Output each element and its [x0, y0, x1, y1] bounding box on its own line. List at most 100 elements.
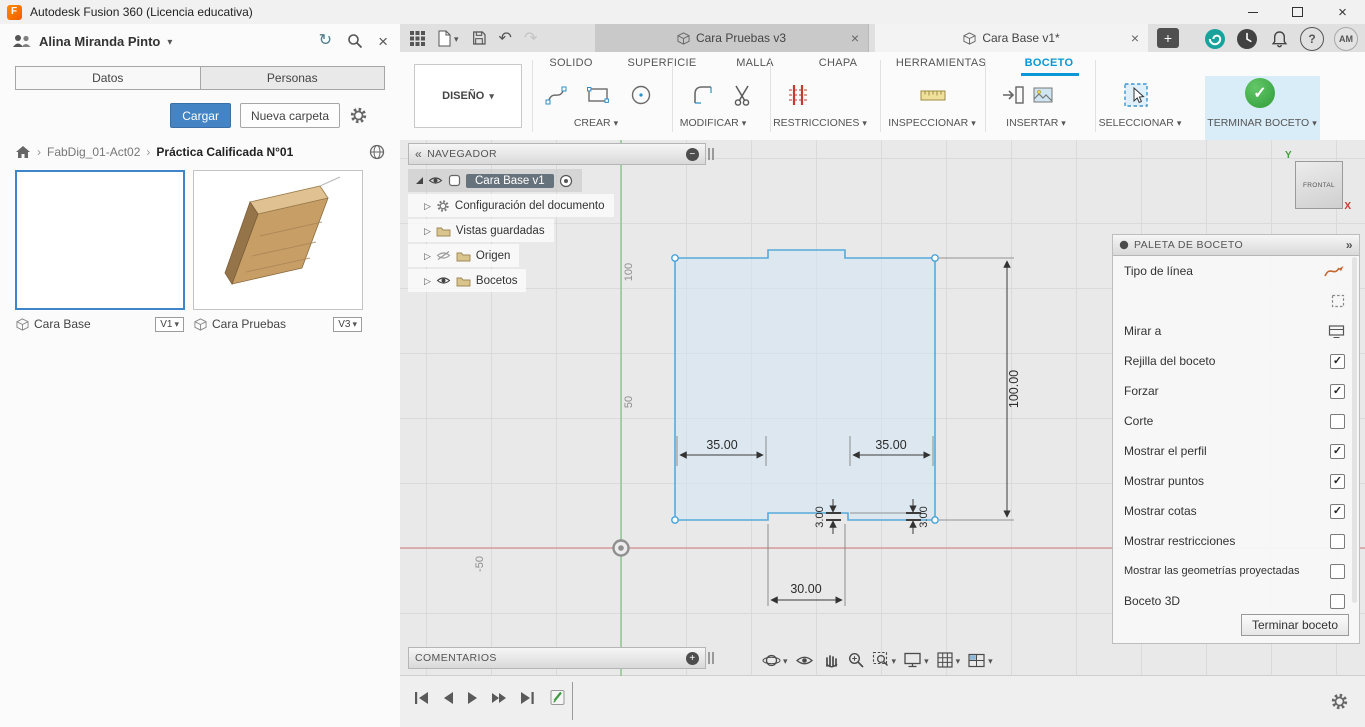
- close-tab-icon[interactable]: [1131, 30, 1139, 46]
- dimension-label[interactable]: 3.00: [918, 506, 930, 527]
- sketch-point[interactable]: [931, 516, 939, 524]
- search-icon[interactable]: [347, 33, 363, 49]
- timeline-sketch-feature[interactable]: [550, 687, 567, 707]
- trim-scissors-icon[interactable]: [725, 78, 759, 112]
- job-status-clock-icon[interactable]: [1236, 28, 1258, 50]
- close-panel-icon[interactable]: [378, 33, 388, 50]
- tree-item-saved-views[interactable]: Vistas guardadas: [408, 219, 554, 242]
- document-card-cara-pruebas[interactable]: Cara Pruebas V3: [193, 170, 363, 338]
- app-grid-icon[interactable]: [410, 30, 425, 46]
- checkbox-checked[interactable]: [1330, 443, 1345, 459]
- ribbon-tab-malla[interactable]: MALLA: [736, 52, 774, 75]
- ribbon-tab-boceto[interactable]: BOCETO: [1025, 52, 1074, 75]
- skip-to-start-icon[interactable]: [414, 691, 429, 705]
- eye-hidden-icon[interactable]: [436, 250, 451, 261]
- construction-line-icon[interactable]: [1331, 294, 1345, 308]
- finish-sketch-icon[interactable]: [1243, 76, 1277, 110]
- orbit-tool[interactable]: [762, 651, 788, 670]
- constraints-tool-icon[interactable]: [781, 78, 815, 112]
- zoom-window-tool[interactable]: [872, 651, 897, 669]
- canvas-viewport[interactable]: 100 50 -50 35.00 35.00 100.00 3.00 3.00 …: [400, 140, 1365, 676]
- tree-item-doc-settings[interactable]: Configuración del documento: [408, 194, 614, 217]
- document-card-cara-base[interactable]: Cara Base V1: [15, 170, 185, 338]
- collapse-panel-icon[interactable]: [415, 147, 422, 161]
- design-workspace-menu[interactable]: DISEÑO: [414, 64, 522, 128]
- add-comment-icon[interactable]: [686, 651, 699, 665]
- notifications-bell-icon[interactable]: [1268, 28, 1290, 50]
- checkbox-checked[interactable]: [1330, 503, 1345, 519]
- viewcube[interactable]: Y FRONTAL X: [1285, 150, 1351, 216]
- step-back-icon[interactable]: [441, 691, 454, 705]
- checkbox-checked[interactable]: [1330, 353, 1345, 369]
- checkbox-unchecked[interactable]: [1330, 593, 1345, 609]
- dimension-label[interactable]: 100.00: [1007, 370, 1021, 408]
- comments-header[interactable]: COMENTARIOS: [408, 647, 714, 669]
- team-hub-icon[interactable]: [1204, 28, 1226, 50]
- dimension-label[interactable]: 30.00: [790, 582, 821, 596]
- skip-to-end-icon[interactable]: [520, 691, 535, 705]
- save-icon[interactable]: [471, 30, 487, 46]
- home-icon[interactable]: [15, 145, 31, 159]
- sketch-profile[interactable]: [674, 249, 936, 521]
- new-folder-button[interactable]: Nueva carpeta: [239, 103, 340, 128]
- collapsed-triangle-icon[interactable]: [424, 275, 431, 287]
- upload-button[interactable]: Cargar: [170, 103, 231, 128]
- doc-tab-cara-base[interactable]: Cara Base v1*: [875, 24, 1148, 52]
- document-thumbnail[interactable]: [15, 170, 185, 310]
- breadcrumb-folder[interactable]: Práctica Calificada N°01: [156, 145, 293, 159]
- look-at-icon[interactable]: [1328, 324, 1345, 339]
- undo-icon[interactable]: [499, 28, 512, 48]
- dimension-label[interactable]: 3.00: [814, 506, 826, 527]
- tree-item-origin[interactable]: Origen: [408, 244, 520, 267]
- sketch-palette-header[interactable]: PALETA DE BOCETO: [1113, 235, 1359, 256]
- breadcrumb-project[interactable]: FabDig_01-Act02: [47, 145, 140, 159]
- ribbon-tab-chapa[interactable]: CHAPA: [819, 52, 858, 75]
- insert-image-icon[interactable]: [1026, 78, 1060, 112]
- checkbox-unchecked[interactable]: [1330, 563, 1345, 579]
- pan-tool[interactable]: [821, 651, 840, 669]
- eye-icon[interactable]: [428, 175, 443, 186]
- checkbox-unchecked[interactable]: [1330, 533, 1345, 549]
- gear-icon[interactable]: [349, 106, 368, 125]
- globe-icon[interactable]: [369, 144, 385, 160]
- viewcube-front-face[interactable]: FRONTAL: [1295, 161, 1343, 209]
- rectangle-tool-icon[interactable]: [581, 78, 615, 112]
- eye-icon[interactable]: [436, 275, 451, 286]
- checkbox-checked[interactable]: [1330, 473, 1345, 489]
- collapsed-triangle-icon[interactable]: [424, 225, 431, 237]
- ribbon-tab-superficie[interactable]: SUPERFICIE: [627, 52, 696, 75]
- group-terminar-boceto[interactable]: TERMINAR BOCETO: [1207, 117, 1316, 129]
- circle-tool-icon[interactable]: [624, 78, 658, 112]
- user-name[interactable]: Alina Miranda Pinto: [39, 34, 160, 49]
- chevron-down-icon[interactable]: [988, 651, 993, 669]
- minimize-button[interactable]: [1230, 0, 1275, 24]
- tab-personas[interactable]: Personas: [200, 66, 385, 90]
- avatar[interactable]: AM: [1334, 27, 1358, 51]
- expanded-triangle-icon[interactable]: [416, 177, 423, 184]
- refresh-icon[interactable]: [319, 33, 332, 49]
- linetype-icon[interactable]: [1324, 264, 1345, 279]
- measure-tool-icon[interactable]: [916, 78, 950, 112]
- group-seleccionar[interactable]: SELECCIONAR: [1099, 117, 1182, 129]
- grid-snaps-tool[interactable]: [936, 651, 961, 669]
- zoom-tool[interactable]: [847, 651, 865, 669]
- insert-tool-icon[interactable]: [996, 78, 1030, 112]
- chevron-down-icon[interactable]: [892, 651, 897, 669]
- viewports-tool[interactable]: [967, 651, 993, 669]
- sketch-point[interactable]: [931, 254, 939, 262]
- palette-scrollbar[interactable]: [1352, 257, 1357, 603]
- expand-panel-icon[interactable]: [1346, 238, 1353, 252]
- activate-radio-icon[interactable]: [559, 174, 573, 188]
- group-modificar[interactable]: MODIFICAR: [680, 117, 746, 129]
- minimize-panel-icon[interactable]: [686, 147, 699, 161]
- close-window-button[interactable]: [1320, 0, 1365, 24]
- dimension-label[interactable]: 35.00: [875, 438, 906, 452]
- step-forward-icon[interactable]: [491, 691, 508, 705]
- dimension-label[interactable]: 35.00: [706, 438, 737, 452]
- ribbon-tab-herramientas[interactable]: HERRAMIENTAS: [896, 52, 986, 75]
- dimension-height[interactable]: [939, 257, 1014, 521]
- panel-grip[interactable]: [708, 148, 714, 160]
- group-restricciones[interactable]: RESTRICCIONES: [773, 117, 867, 129]
- checkbox-unchecked[interactable]: [1330, 413, 1345, 429]
- new-tab-button[interactable]: [1157, 28, 1179, 48]
